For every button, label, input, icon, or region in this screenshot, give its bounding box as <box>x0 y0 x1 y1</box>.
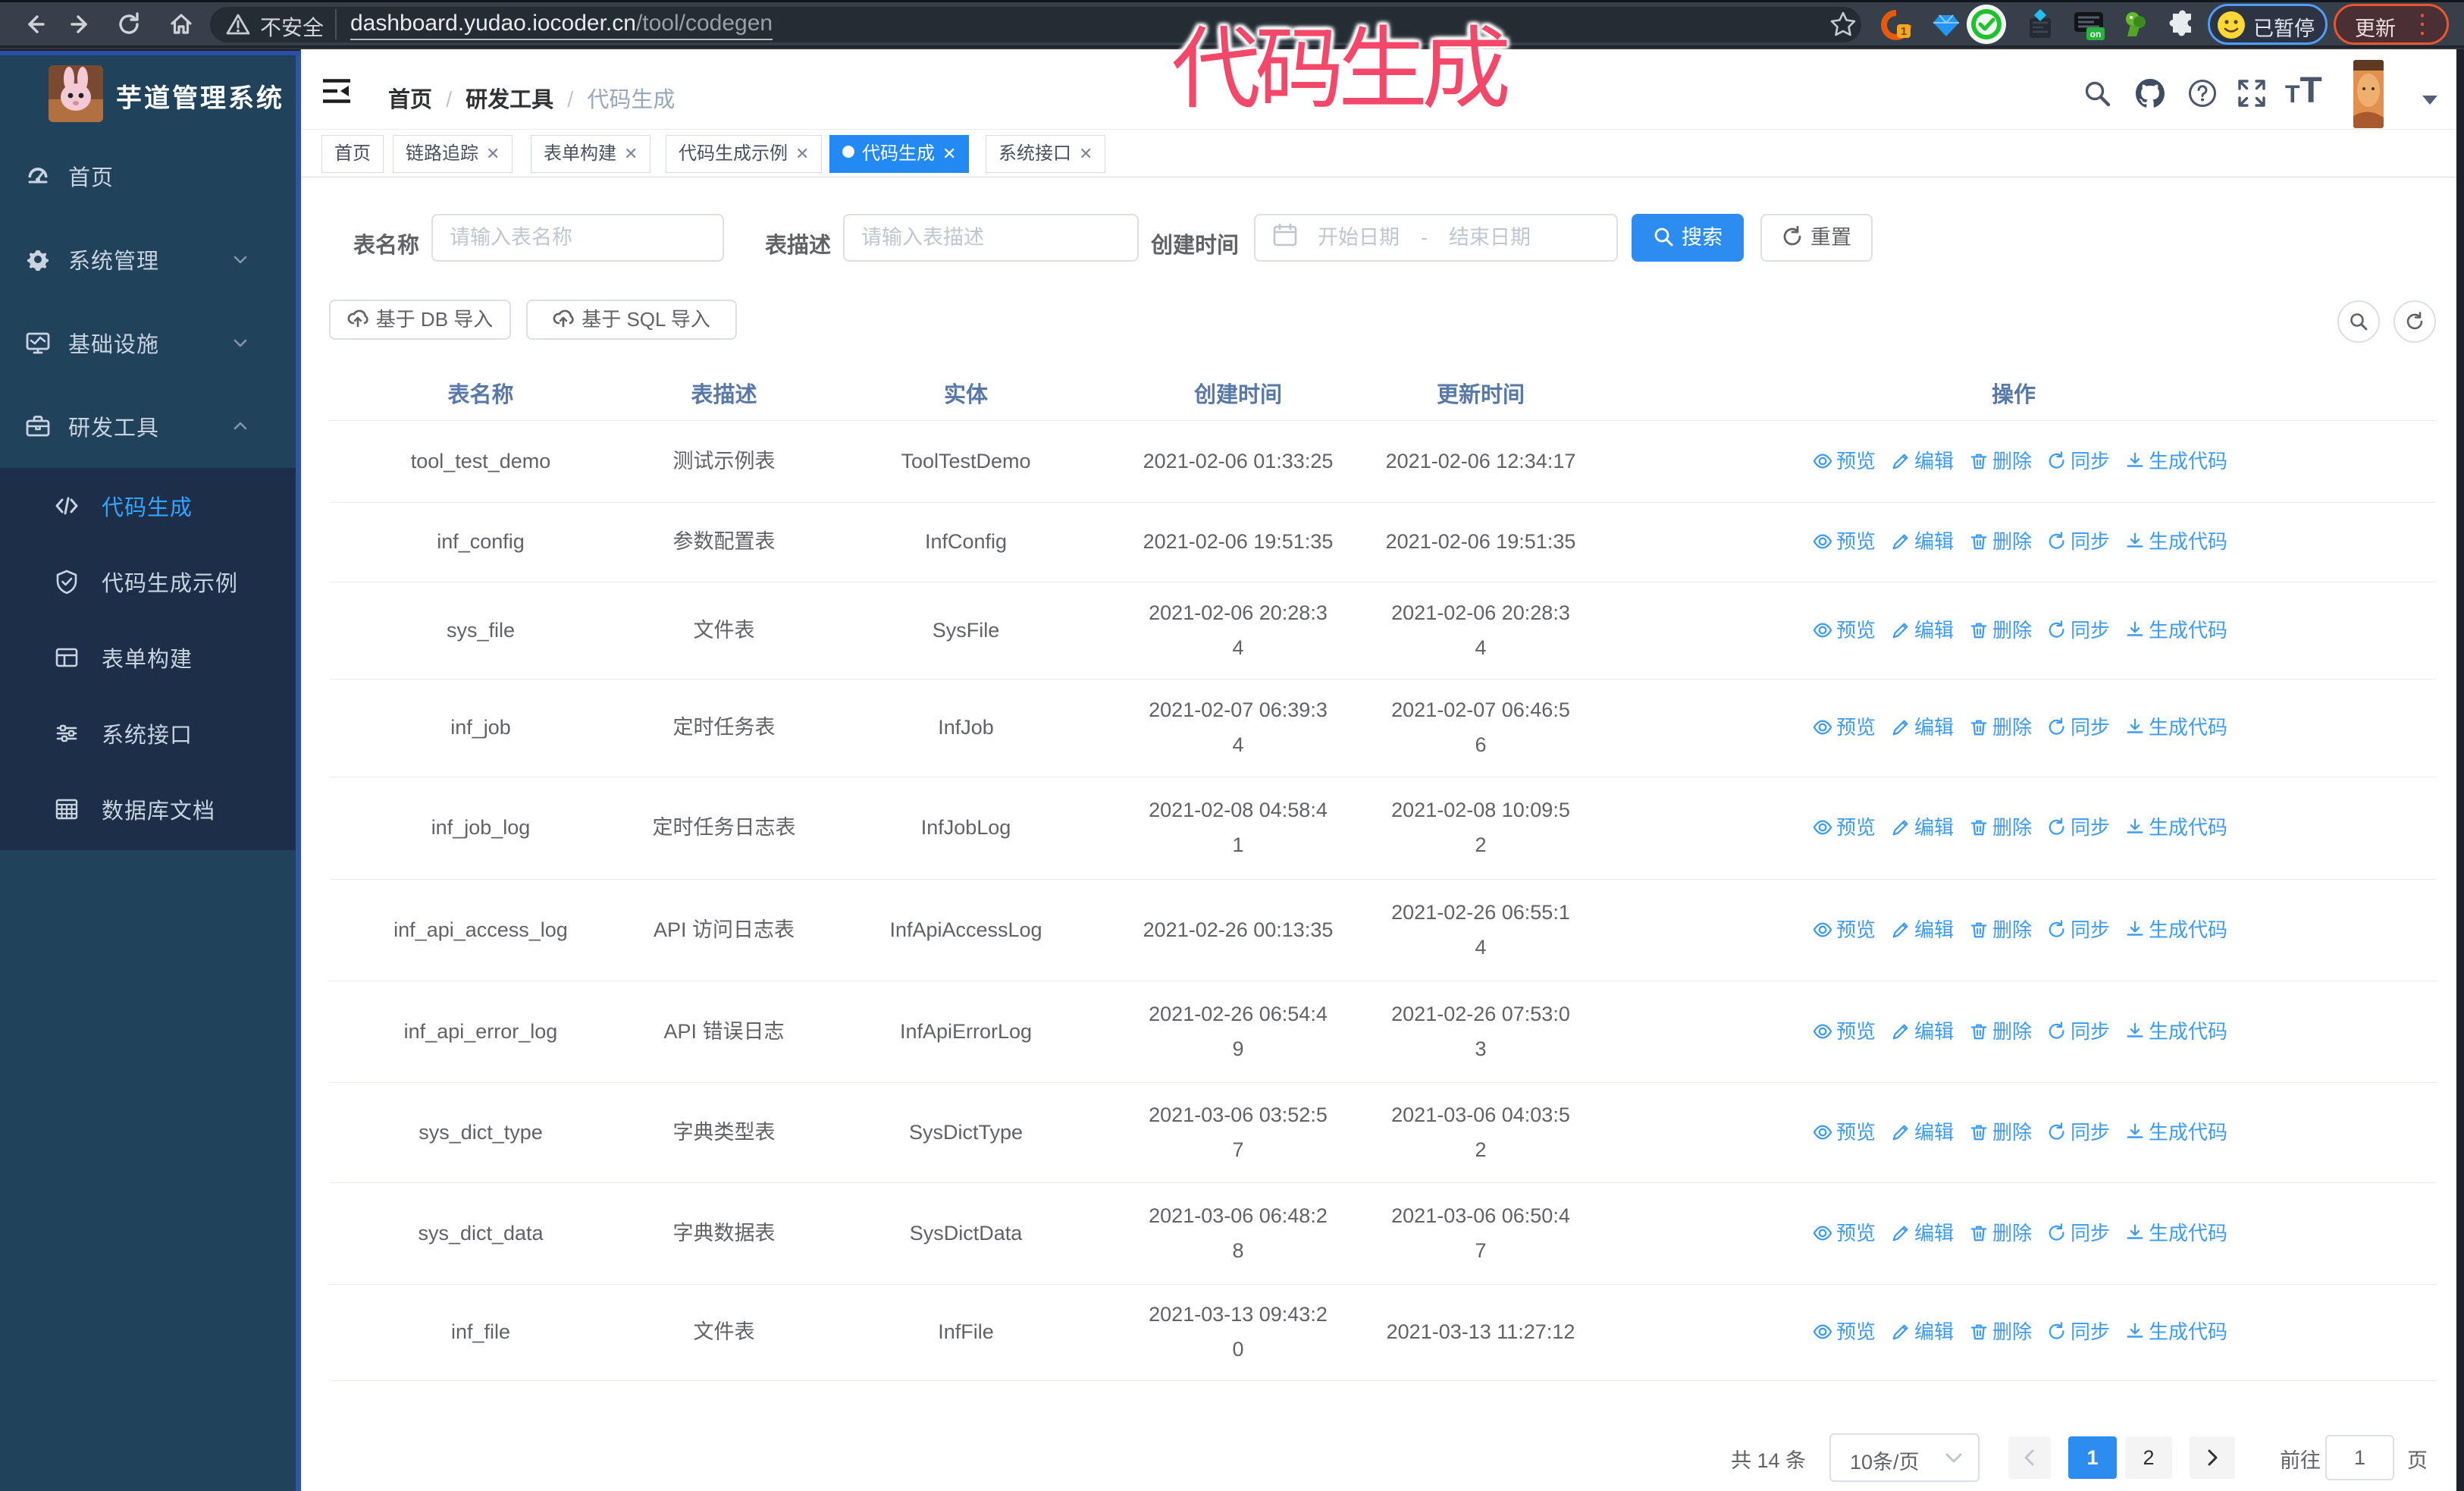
svg-text:on: on <box>2090 29 2102 39</box>
svg-text:1: 1 <box>1901 25 1907 38</box>
